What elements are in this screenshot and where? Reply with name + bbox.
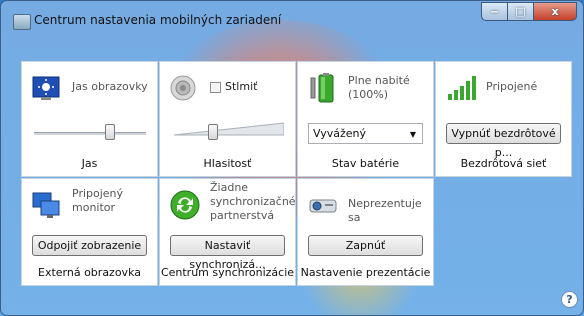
wireless-toggle-button[interactable]: Vypnúť bezdrôtové p...	[446, 123, 561, 159]
battery-status-label: Plne nabité (100%)	[348, 74, 410, 101]
wireless-tile: Pripojené Vypnúť bezdrôtové p... Bezdrôt…	[435, 61, 572, 177]
display-tile: Pripojený monitor Odpojiť zobrazenie Ext…	[21, 178, 158, 286]
presentation-on-button[interactable]: Zapnúť	[308, 235, 423, 256]
volume-footer: Hlasitosť	[203, 157, 252, 170]
volume-slider-thumb[interactable]	[207, 124, 218, 140]
power-plan-select[interactable]: Vyvážený ▼	[308, 123, 423, 144]
projector-icon	[309, 199, 337, 213]
title-bar[interactable]: Centrum nastavenia mobilných zariadení ‒…	[1, 1, 583, 35]
sync-footer: Centrum synchronizácie	[160, 266, 295, 279]
volume-tile: Stlmiť Hlasitosť	[159, 61, 296, 177]
monitor-icon	[32, 192, 60, 218]
window-title: Centrum nastavenia mobilných zariadení	[34, 13, 282, 27]
brightness-icon	[32, 76, 60, 100]
presentation-footer: Nastavenie prezentácie	[300, 266, 431, 279]
disconnect-display-button[interactable]: Odpojiť zobrazenie	[32, 235, 147, 256]
volume-ramp	[174, 122, 284, 136]
sync-icon	[170, 190, 200, 220]
sync-tile: Žiadne synchronizačné partnerstvá Nastav…	[159, 178, 296, 286]
battery-footer: Stav batérie	[331, 157, 400, 170]
display-status-label: Pripojený monitor	[72, 187, 124, 214]
mobility-center-window: Centrum nastavenia mobilných zariadení ‒…	[0, 0, 584, 316]
chevron-down-icon: ▼	[409, 130, 416, 139]
presentation-status-label: Neprezentuje sa	[348, 197, 422, 224]
sync-status-label: Žiadne synchronizačné partnerstvá	[210, 181, 296, 222]
brightness-footer: Jas	[81, 157, 98, 170]
mute-checkbox[interactable]	[210, 82, 221, 93]
display-footer: Externá obrazovka	[38, 266, 141, 279]
brightness-label: Jas obrazovky	[72, 80, 148, 93]
wireless-signal-icon	[448, 76, 476, 100]
maximize-button[interactable]: □	[508, 2, 534, 21]
wireless-footer: Bezdrôtová sieť	[460, 157, 547, 170]
minimize-button[interactable]: ‒	[481, 2, 508, 21]
caption-buttons: ‒ □ x	[481, 2, 577, 21]
close-button[interactable]: x	[534, 2, 577, 21]
brightness-slider-track	[34, 132, 146, 135]
mute-label[interactable]: Stlmiť	[225, 80, 257, 94]
wireless-status-label: Pripojené	[486, 80, 538, 93]
setup-sync-button[interactable]: Nastaviť synchronizá...	[170, 235, 285, 271]
brightness-slider-thumb[interactable]	[105, 124, 116, 140]
brightness-tile: Jas obrazovky Jas	[21, 61, 158, 177]
battery-icon	[310, 73, 334, 103]
battery-tile: Plne nabité (100%) Vyvážený ▼ Stav batér…	[297, 61, 434, 177]
help-icon[interactable]: ?	[562, 292, 577, 307]
presentation-tile: Neprezentuje sa Zapnúť Nastavenie prezen…	[297, 178, 434, 286]
speaker-icon	[170, 75, 196, 101]
mobility-center-icon	[13, 14, 31, 30]
